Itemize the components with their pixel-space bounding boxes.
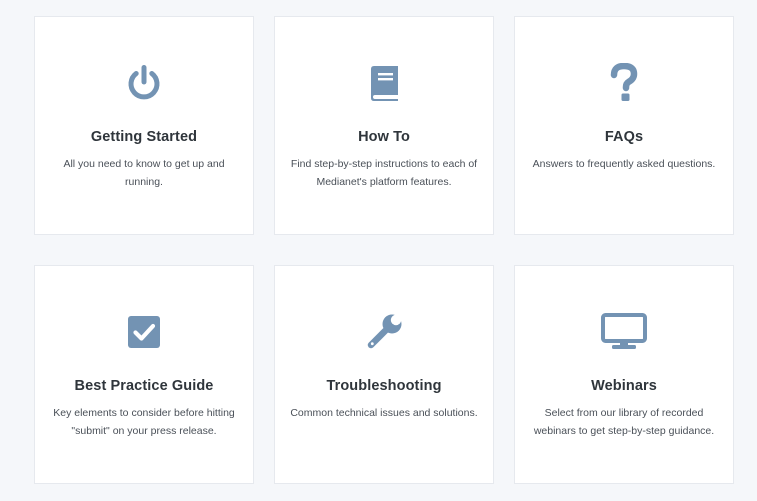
card-troubleshooting[interactable]: Troubleshooting Common technical issues … (274, 265, 494, 484)
card-title: Best Practice Guide (74, 378, 214, 394)
book-icon (275, 63, 493, 103)
card-getting-started[interactable]: Getting Started All you need to know to … (34, 16, 254, 235)
card-title: FAQs (604, 129, 644, 145)
card-title: Getting Started (90, 129, 198, 145)
card-webinars[interactable]: Webinars Select from our library of reco… (514, 265, 734, 484)
card-title: Webinars (591, 378, 657, 394)
card-description: Answers to frequently asked questions. (532, 158, 716, 170)
card-how-to[interactable]: How To Find step-by-step instructions to… (274, 16, 494, 235)
help-topics-grid: Getting Started All you need to know to … (34, 16, 735, 486)
card-title: Troubleshooting (326, 378, 442, 394)
card-description: Key elements to consider before hitting … (53, 407, 235, 437)
card-description: All you need to know to get up and runni… (63, 158, 225, 188)
wrench-icon (275, 312, 493, 352)
card-description: Select from our library of recorded webi… (533, 407, 715, 437)
card-faqs[interactable]: FAQs Answers to frequently asked questio… (514, 16, 734, 235)
card-title: How To (358, 129, 410, 145)
checkbox-icon (35, 312, 253, 352)
monitor-icon (515, 312, 733, 352)
card-description: Common technical issues and solutions. (290, 407, 478, 419)
card-best-practice-guide[interactable]: Best Practice Guide Key elements to cons… (34, 265, 254, 484)
power-icon (35, 63, 253, 103)
question-mark-icon (515, 63, 733, 103)
card-description: Find step-by-step instructions to each o… (290, 158, 478, 188)
